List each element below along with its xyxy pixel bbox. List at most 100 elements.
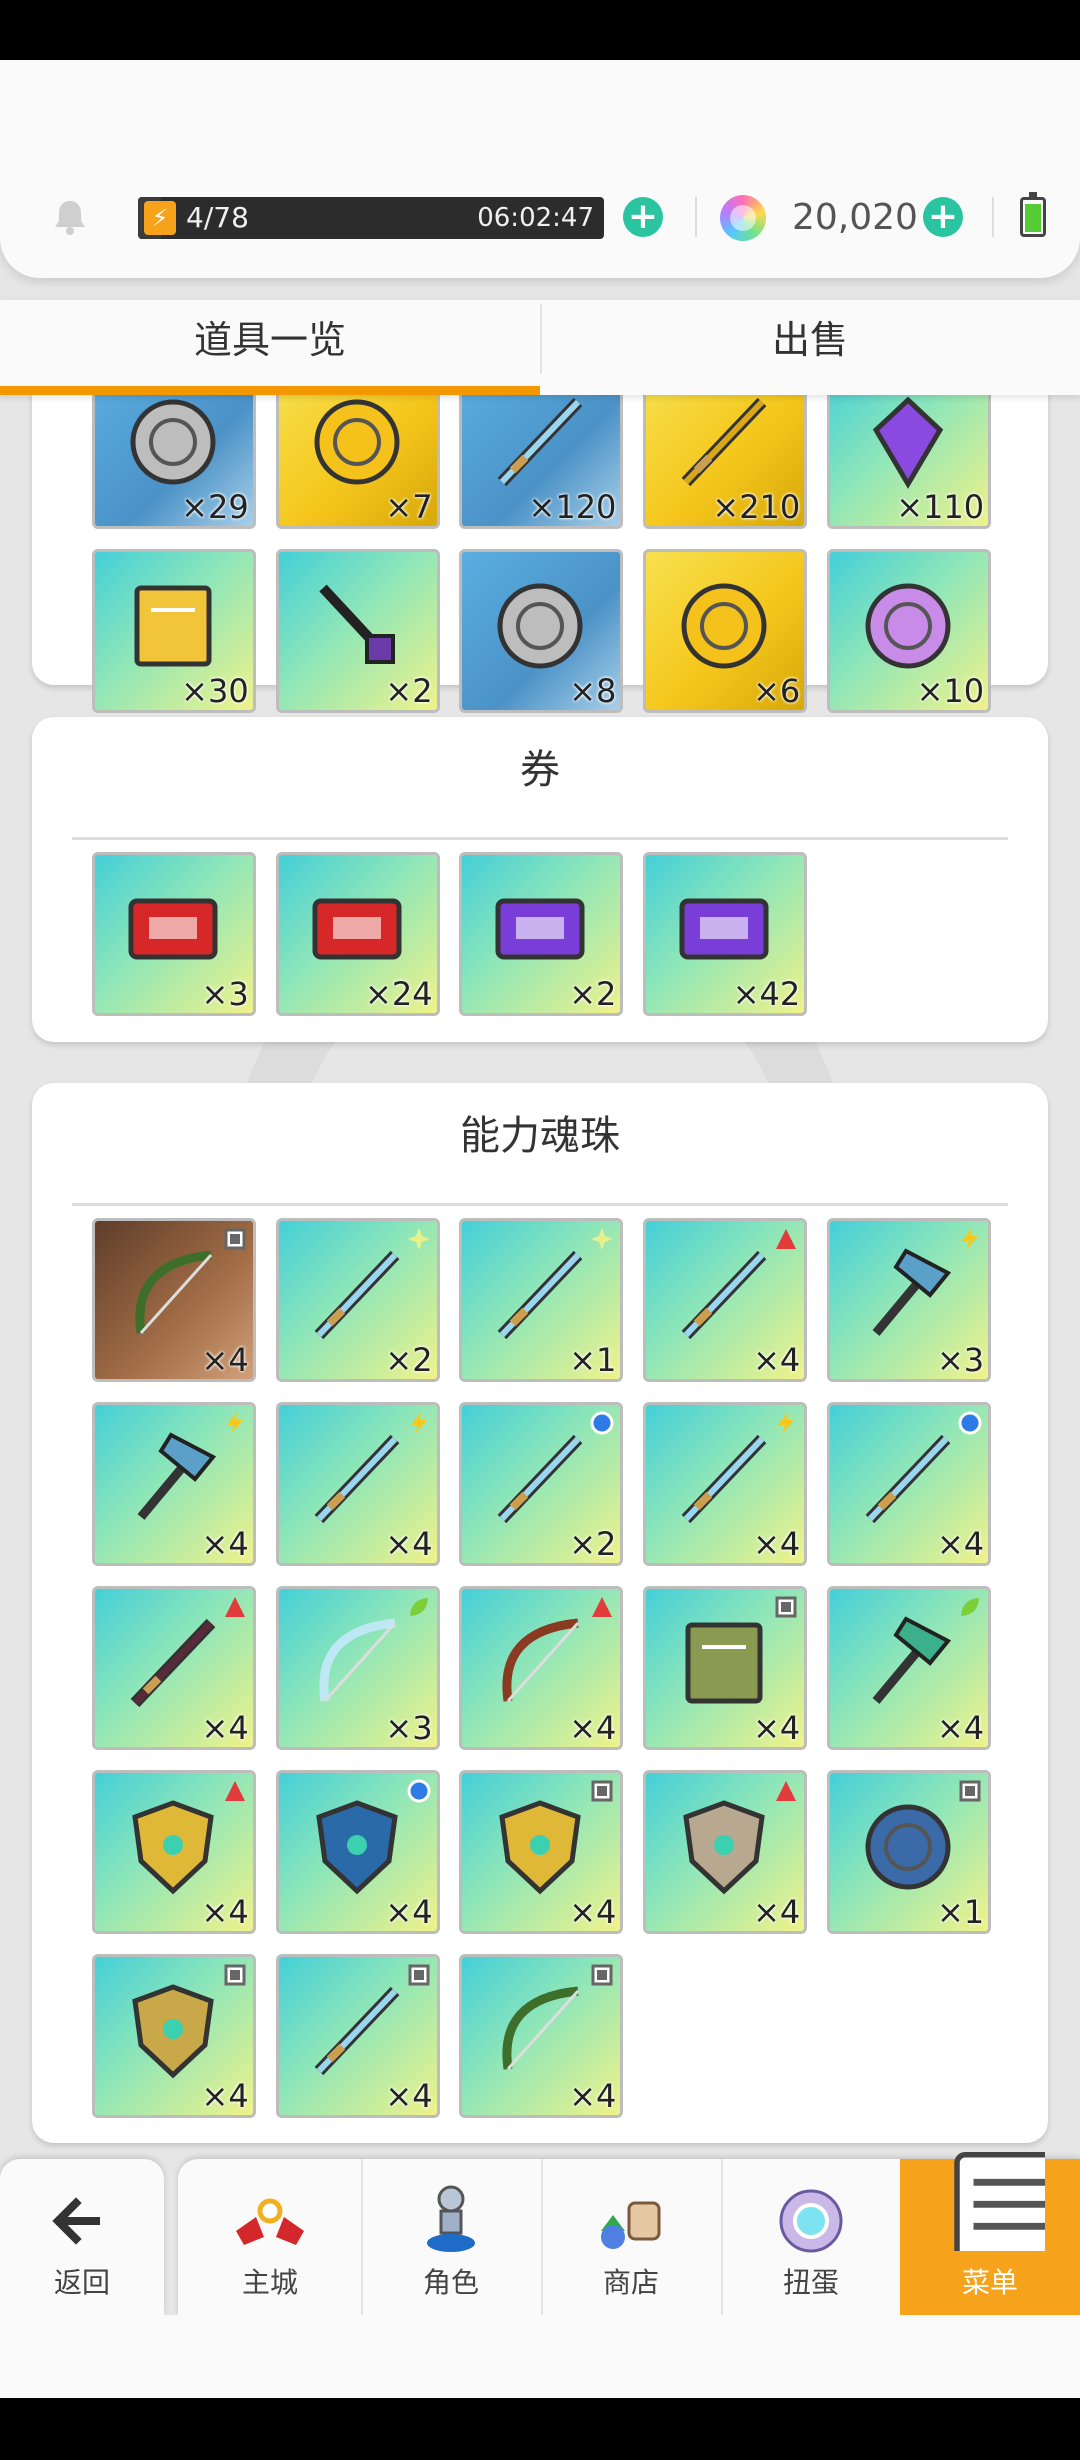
inventory-slot[interactable]: ×2	[275, 1218, 440, 1382]
top-header: ⚡ 4/78 06:02:47 + 20,020 +	[0, 60, 1080, 278]
inventory-slot[interactable]: ×4	[275, 1402, 440, 1566]
item-count: ×2	[569, 975, 617, 1013]
ability-orbs-panel: 能力魂珠 ×4 ×2 ×1 ×4 ×3 ×4 ×4 ×2 ×4 ×4 ×4 ×3 ×4 ×4 ×4 ×4 ×4 ×…	[32, 1083, 1048, 2143]
inventory-slot[interactable]: ×7	[275, 395, 440, 529]
item-count: ×4	[201, 1341, 249, 1379]
inventory-slot[interactable]: ×29	[91, 395, 256, 529]
bow-icon	[135, 1250, 212, 1335]
inventory-slot[interactable]: ×30	[91, 549, 256, 713]
inventory-slot[interactable]: ×4	[91, 1954, 256, 2118]
inventory-slot[interactable]: ×8	[459, 549, 624, 713]
inventory-slot[interactable]: ×4	[91, 1586, 256, 1750]
red-ticket-icon	[128, 898, 218, 960]
inventory-slot[interactable]: ×210	[643, 395, 808, 529]
item-count: ×3	[201, 975, 249, 1013]
inventory-slot[interactable]: ×4	[459, 1586, 624, 1750]
item-count: ×4	[385, 2077, 433, 2115]
inventory-slot[interactable]: ×110	[827, 395, 992, 529]
book-icon	[685, 1622, 763, 1704]
scroll-icon	[134, 585, 212, 667]
inventory-slot[interactable]: ×4	[275, 1954, 440, 2118]
inventory-slot[interactable]: ×4	[643, 1402, 808, 1566]
gacha-icon	[779, 2189, 843, 2253]
inventory-slot[interactable]: ×2	[275, 549, 440, 713]
inventory-slot[interactable]: ×4	[91, 1770, 256, 1934]
inventory-slot[interactable]: ×1	[827, 1770, 992, 1934]
crossbow-icon	[502, 1986, 580, 2071]
item-count: ×6	[753, 672, 801, 710]
water-element-badge-icon	[590, 1411, 614, 1435]
notification-bell-icon[interactable]	[50, 197, 90, 237]
item-count: ×4	[936, 1709, 985, 1747]
leaf-element-badge-icon	[409, 1598, 428, 1616]
inventory-slot[interactable]: ×4	[827, 1586, 992, 1750]
inventory-scroll-area[interactable]: ×29 ×7 ×120 ×210 ×110 ×30 ×2 ×8 ×6 ×10 券 ×3 ×24 ×2…	[0, 395, 1080, 2155]
inventory-slot[interactable]: ×120	[459, 395, 624, 529]
gold-medal-icon	[681, 583, 767, 669]
lance-icon	[681, 1434, 767, 1524]
purple-ticket-icon	[495, 898, 585, 960]
item-count: ×29	[181, 488, 249, 526]
inventory-slot[interactable]: ×4	[275, 1770, 440, 1934]
status-bar	[0, 0, 1080, 60]
square-element-badge-icon	[224, 1964, 246, 1986]
energy-bolt-icon: ⚡	[144, 201, 176, 235]
stone-crest-icon	[683, 1800, 766, 1895]
item-count: ×4	[753, 1709, 801, 1747]
inventory-slot[interactable]: ×4	[643, 1586, 808, 1750]
inventory-slot[interactable]: ×4	[91, 1402, 256, 1566]
item-count: ×120	[528, 488, 617, 526]
inventory-slot[interactable]: ×4	[643, 1770, 808, 1934]
inventory-slot[interactable]: ×2	[459, 1402, 624, 1566]
item-count: ×4	[201, 1709, 249, 1747]
castle-icon	[236, 2198, 304, 2245]
inventory-slot[interactable]: ×24	[275, 852, 440, 1016]
add-energy-button[interactable]: +	[623, 197, 663, 237]
sword-icon	[314, 1250, 399, 1340]
inventory-slot[interactable]: ×4	[827, 1402, 992, 1566]
nav-home-button[interactable]: 主城	[180, 2159, 360, 2315]
arrow-left-icon	[52, 2197, 100, 2245]
ice-bow-icon	[319, 1618, 396, 1703]
fire-bow-icon	[502, 1618, 580, 1703]
nav-gacha-button[interactable]: 扭蛋	[722, 2159, 900, 2315]
item-count: ×4	[753, 1341, 801, 1379]
sparkle-element-badge-icon	[591, 1228, 614, 1250]
rainbow-gem-icon	[720, 195, 766, 241]
nav-menu-button[interactable]: 菜单	[900, 2152, 1080, 2315]
inventory-slot[interactable]: ×3	[827, 1218, 992, 1382]
item-count: ×4	[201, 2077, 249, 2115]
tab-sell[interactable]: 出售	[540, 300, 1080, 395]
inventory-slot[interactable]: ×2	[459, 852, 624, 1016]
tab-item-list[interactable]: 道具一览	[0, 300, 540, 395]
inventory-slot[interactable]: ×3	[275, 1586, 440, 1750]
inventory-slot[interactable]: ×42	[643, 852, 808, 1016]
sparkle-element-badge-icon	[407, 1228, 430, 1250]
inventory-slot[interactable]: ×4	[459, 1954, 624, 2118]
energy-count: 4/78	[186, 201, 249, 234]
nav-label: 菜单	[961, 2266, 1018, 2299]
nav-shop-button[interactable]: 商店	[542, 2159, 720, 2315]
inventory-slot[interactable]: ×6	[643, 549, 808, 713]
inventory-slot[interactable]: ×10	[827, 549, 992, 713]
add-gems-button[interactable]: +	[923, 197, 963, 237]
item-count: ×2	[385, 672, 433, 710]
bottom-spacer	[0, 2315, 1080, 2398]
gold-shield-icon	[131, 1800, 214, 1895]
inventory-slot[interactable]: ×4	[643, 1218, 808, 1382]
item-count: ×2	[569, 1525, 617, 1563]
item-count: ×3	[385, 1709, 433, 1747]
item-count: ×1	[569, 1341, 617, 1379]
inventory-slot[interactable]: ×4	[91, 1218, 256, 1382]
inventory-slot[interactable]: ×3	[91, 852, 256, 1016]
item-count: ×4	[201, 1893, 249, 1931]
fire-element-badge-icon	[224, 1781, 245, 1801]
menu-icon	[954, 2152, 1045, 2251]
nav-back-button[interactable]: 返回	[0, 2159, 164, 2315]
blue-shield-icon	[315, 1800, 398, 1895]
nav-character-button[interactable]: 角色	[362, 2159, 540, 2315]
system-nav-bar	[0, 2398, 1080, 2460]
inventory-slot[interactable]: ×4	[459, 1770, 624, 1934]
inventory-slot[interactable]: ×1	[459, 1218, 624, 1382]
dark-spear-icon	[130, 1618, 216, 1708]
